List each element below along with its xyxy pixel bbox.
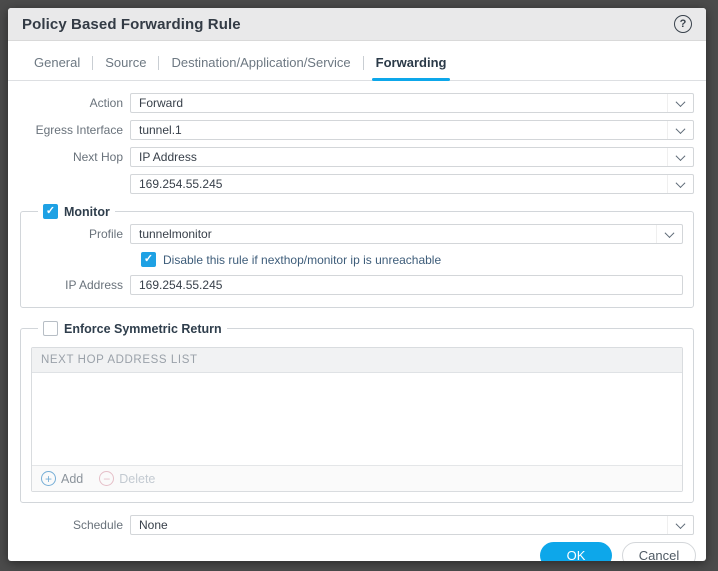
egress-interface-row: Egress Interface tunnel.1 [20,120,694,140]
chevron-down-icon [667,148,693,166]
next-hop-row: Next Hop IP Address [20,147,694,167]
symmetric-return-checkbox[interactable] [43,321,58,336]
symmetric-return-legend: Enforce Symmetric Return [38,321,227,336]
dialog-body: Action Forward Egress Interface tunnel.1… [8,81,706,542]
action-row: Action Forward [20,93,694,113]
profile-label: Profile [31,227,123,241]
monitor-ip-input[interactable] [130,275,683,295]
symmetric-return-group: Enforce Symmetric Return NEXT HOP ADDRES… [20,321,694,503]
next-hop-address-select[interactable]: 169.254.55.245 [130,174,694,194]
next-hop-address-row: 169.254.55.245 [20,174,694,194]
egress-interface-value: tunnel.1 [139,123,667,137]
dialog-footer: OK Cancel [8,542,706,561]
schedule-row: Schedule None [20,515,694,535]
add-icon: + [41,471,56,486]
next-hop-label: Next Hop [20,150,123,164]
profile-row: Profile tunnelmonitor [31,224,683,244]
tab-destination-application-service[interactable]: Destination/Application/Service [171,55,350,80]
disable-rule-row: ✓ Disable this rule if nexthop/monitor i… [141,252,683,267]
monitor-label: Monitor [64,205,110,219]
next-hop-address-value: 169.254.55.245 [139,177,667,191]
tab-source[interactable]: Source [105,55,146,80]
checkmark-icon: ✓ [144,254,153,265]
add-button-label: Add [61,472,83,486]
help-glyph: ? [680,18,687,30]
schedule-label: Schedule [20,518,123,532]
action-label: Action [20,96,123,110]
schedule-value: None [139,518,667,532]
dialog-title: Policy Based Forwarding Rule [22,16,241,33]
delete-button[interactable]: − Delete [99,471,155,486]
ok-button[interactable]: OK [540,542,612,561]
chevron-down-icon [667,121,693,139]
checkmark-icon: ✓ [46,206,55,217]
chevron-down-icon [656,225,682,243]
next-hop-address-list-body [32,373,682,465]
egress-interface-select[interactable]: tunnel.1 [130,120,694,140]
monitor-group: ✓ Monitor Profile tunnelmonitor ✓ Disabl… [20,204,694,308]
action-value: Forward [139,96,667,110]
pbf-rule-dialog: Policy Based Forwarding Rule ? General S… [8,8,706,561]
delete-icon: − [99,471,114,486]
chevron-down-icon [667,175,693,193]
next-hop-address-list-header: NEXT HOP ADDRESS LIST [32,348,682,373]
monitor-ip-row: IP Address [31,275,683,295]
action-select[interactable]: Forward [130,93,694,113]
cancel-button[interactable]: Cancel [622,542,696,561]
egress-interface-label: Egress Interface [20,123,123,137]
monitor-legend: ✓ Monitor [38,204,115,219]
tab-divider [92,56,93,70]
chevron-down-icon [667,94,693,112]
dialog-titlebar: Policy Based Forwarding Rule ? [8,8,706,41]
next-hop-address-table: NEXT HOP ADDRESS LIST + Add − Delete [31,347,683,492]
disable-rule-checkbox[interactable]: ✓ [141,252,156,267]
profile-select[interactable]: tunnelmonitor [130,224,683,244]
delete-button-label: Delete [119,472,155,486]
screen-background: Policy Based Forwarding Rule ? General S… [0,0,718,571]
disable-rule-label: Disable this rule if nexthop/monitor ip … [163,253,441,267]
help-icon[interactable]: ? [674,15,692,33]
tab-general[interactable]: General [34,55,80,80]
tab-bar: General Source Destination/Application/S… [8,41,706,81]
schedule-select[interactable]: None [130,515,694,535]
chevron-down-icon [667,516,693,534]
table-toolbar: + Add − Delete [32,465,682,491]
add-button[interactable]: + Add [41,471,83,486]
monitor-checkbox[interactable]: ✓ [43,204,58,219]
symmetric-return-label: Enforce Symmetric Return [64,322,222,336]
tab-divider [158,56,159,70]
monitor-ip-label: IP Address [31,278,123,292]
profile-value: tunnelmonitor [139,227,656,241]
next-hop-type-value: IP Address [139,150,667,164]
tab-forwarding[interactable]: Forwarding [376,55,447,80]
tab-divider [363,56,364,70]
next-hop-type-select[interactable]: IP Address [130,147,694,167]
